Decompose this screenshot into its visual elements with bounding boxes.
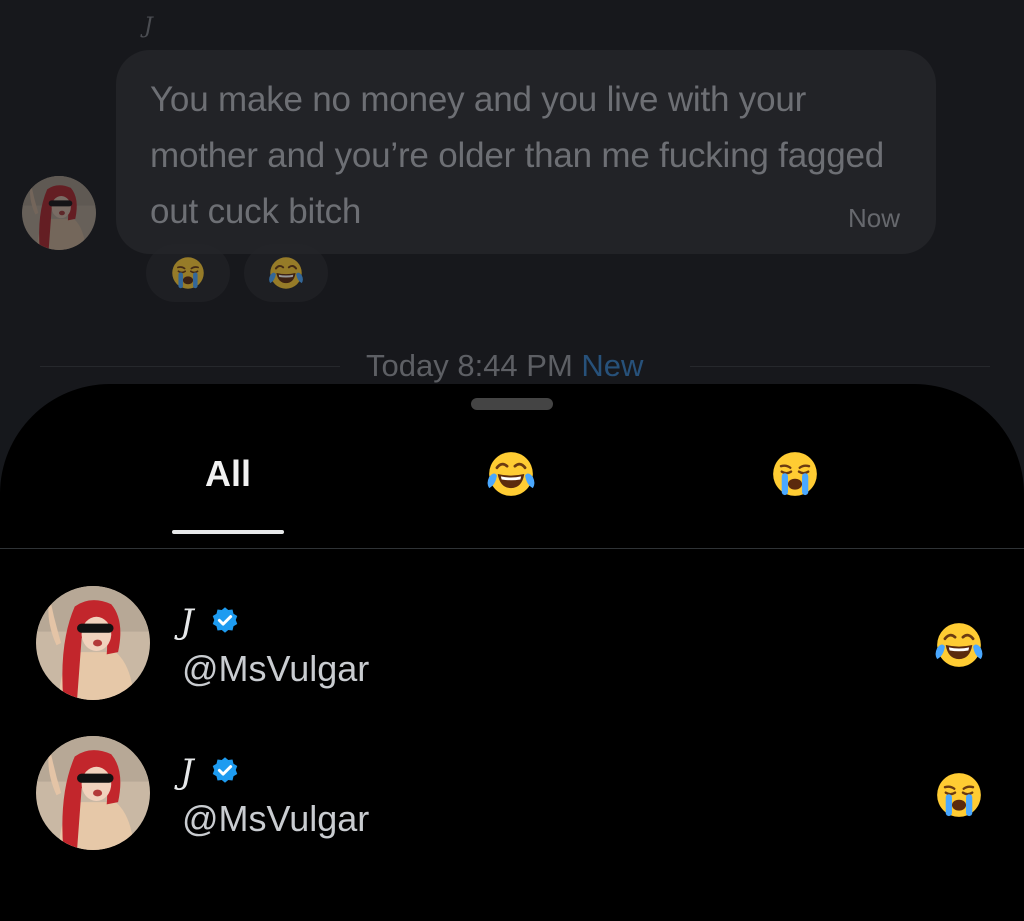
tab-divider bbox=[0, 548, 1024, 549]
reaction-pill-sob[interactable] bbox=[146, 244, 230, 302]
active-tab-indicator bbox=[172, 530, 284, 534]
divider-label: Today 8:44 PM New bbox=[366, 348, 643, 384]
verified-badge-icon bbox=[212, 607, 238, 633]
reactor-handle: @MsVulgar bbox=[182, 648, 370, 689]
message-timestamp: Now bbox=[847, 203, 900, 233]
divider-line-right bbox=[690, 366, 990, 367]
reactions-sheet: All J @MsVulgar J @MsVulgar bbox=[0, 384, 1024, 921]
reaction-pill-joy[interactable] bbox=[244, 244, 328, 302]
face-with-tears-of-joy-icon bbox=[268, 255, 304, 291]
loudly-crying-face-icon bbox=[170, 255, 206, 291]
reactor-name: J bbox=[180, 602, 194, 642]
sender-avatar[interactable] bbox=[22, 176, 96, 250]
message-bubble[interactable]: You make no money and you live with your… bbox=[116, 50, 936, 254]
new-messages-divider: Today 8:44 PM New bbox=[0, 348, 1024, 388]
face-with-tears-of-joy-icon bbox=[486, 449, 536, 499]
loudly-crying-face-icon bbox=[770, 449, 820, 499]
tab-all[interactable]: All bbox=[172, 444, 284, 504]
tab-joy[interactable] bbox=[478, 444, 544, 504]
reactor-row[interactable]: J @MsVulgar bbox=[0, 736, 1024, 856]
message-sender-name: J bbox=[144, 14, 153, 39]
tab-sob[interactable] bbox=[762, 444, 828, 504]
divider-time: Today 8:44 PM bbox=[366, 348, 573, 383]
avatar[interactable] bbox=[36, 736, 150, 850]
avatar[interactable] bbox=[36, 586, 150, 700]
face-with-tears-of-joy-icon bbox=[934, 620, 984, 670]
divider-line-left bbox=[40, 366, 340, 367]
verified-badge-icon bbox=[212, 757, 238, 783]
divider-new-label: New bbox=[581, 348, 644, 383]
chat-background: J You make no money and you live with yo… bbox=[0, 0, 1024, 400]
message-text: You make no money and you live with your… bbox=[150, 80, 885, 231]
reactor-name: J bbox=[180, 752, 194, 792]
reactor-handle: @MsVulgar bbox=[182, 798, 370, 839]
reactor-row[interactable]: J @MsVulgar bbox=[0, 586, 1024, 706]
loudly-crying-face-icon bbox=[934, 770, 984, 820]
sheet-drag-handle[interactable] bbox=[471, 398, 553, 410]
